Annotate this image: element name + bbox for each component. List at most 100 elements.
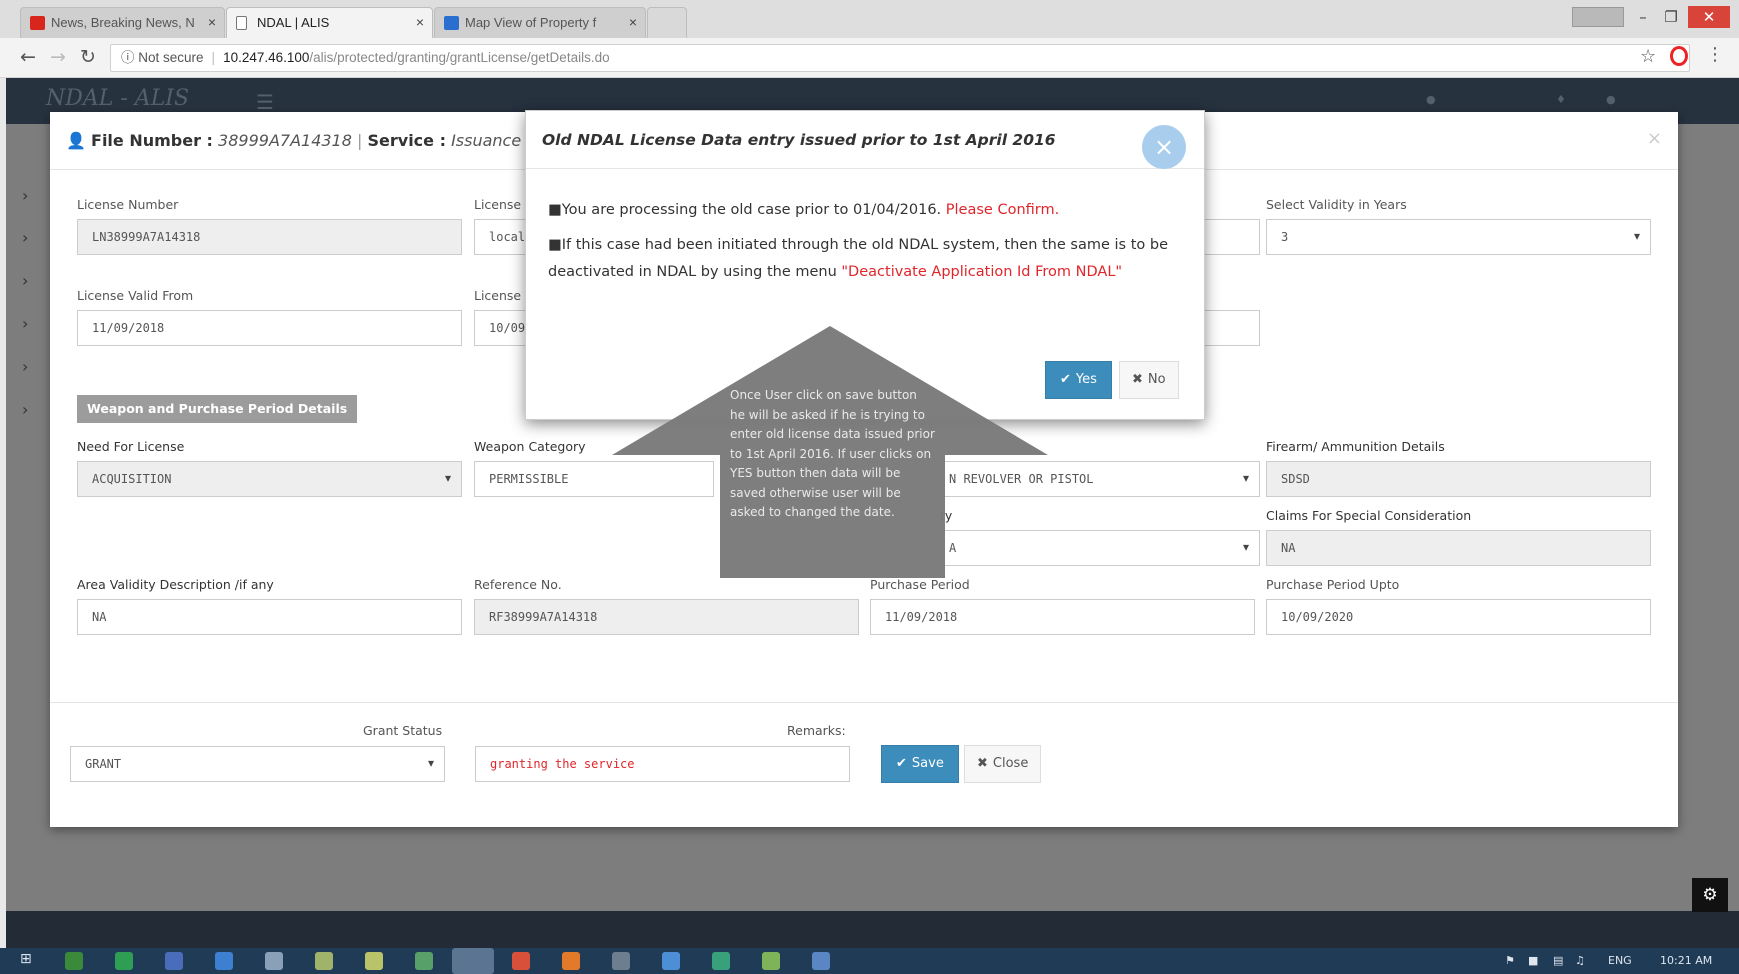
taskbar-app-icon[interactable] [115,952,133,970]
taskbar-app-icon[interactable] [265,952,283,970]
modal-close-icon[interactable]: × [1647,128,1662,149]
remarks-input[interactable]: granting the service [475,746,850,782]
hamburger-icon[interactable]: ☰ [256,90,274,114]
taskbar-app-icon[interactable] [762,952,780,970]
purchase-period-field[interactable]: 11/09/2018 [870,599,1255,635]
opera-extension-icon[interactable] [1670,46,1688,66]
tray-app-icon[interactable]: ■ [1528,954,1538,967]
taskbar-app-icon[interactable] [612,952,630,970]
area-validity-field[interactable]: NA [77,599,462,635]
purchase-upto-label: Purchase Period Upto [1266,577,1400,592]
info-icon[interactable]: ⓘ [121,50,138,65]
col3-row4-select[interactable]: A [935,530,1260,566]
taskbar-app-icon[interactable] [415,952,433,970]
close-tab-icon[interactable]: × [208,14,216,30]
taskbar-app-icon[interactable] [165,952,183,970]
weapon-category-label: Weapon Category [474,439,586,454]
section-title: Weapon and Purchase Period Details [77,395,358,423]
user-icon: 👤 [66,131,86,150]
nav-user-area[interactable]: ● [1426,93,1436,106]
taskbar-chrome-icon[interactable] [452,948,494,974]
sidebar-expand-icon[interactable]: › [22,400,28,419]
taskbar-app-icon[interactable] [365,952,383,970]
taskbar-app-icon[interactable] [812,952,830,970]
reload-icon[interactable]: ↻ [80,46,96,68]
close-tab-icon[interactable]: × [629,14,637,30]
windows-start-icon[interactable]: ⊞ [20,951,32,967]
taskbar-app-icon[interactable] [662,952,680,970]
window-close-icon[interactable]: ✕ [1688,6,1730,28]
purchase-period-label: Purchase Period [870,577,970,592]
validity-years-select[interactable]: 3 [1266,219,1651,255]
tray-network-icon[interactable]: ▤ [1553,954,1563,967]
title-divider: | [357,131,363,150]
valid-from-field[interactable]: 11/09/2018 [77,310,462,346]
sidebar-expand-icon[interactable]: › [22,228,28,247]
tray-volume-icon[interactable]: ♫ [1575,954,1585,967]
dialog-line-1-text: You are processing the old case prior to… [561,202,946,218]
need-for-license-select[interactable]: ACQUISITION [77,461,462,497]
forward-icon[interactable]: → [50,46,66,68]
taskbar-app-icon[interactable] [712,952,730,970]
user-icon[interactable]: ● [1606,93,1616,106]
browser-menu-icon[interactable]: ⋮ [1706,44,1724,65]
tray-clock[interactable]: 10:21 AM [1660,954,1712,967]
service-label: Service : [367,131,446,150]
close-button-label: Close [992,756,1029,771]
url-path: /alis/protected/granting/grantLicense/ge… [309,50,610,65]
dialog-close-icon[interactable]: × [1142,125,1186,169]
remarks-label: Remarks: [787,723,846,738]
bell-icon[interactable]: ♦ [1556,93,1566,106]
windows-taskbar: ⊞ ⚑ ■ ▤ ♫ ENG 10:21 AM [0,948,1739,974]
back-icon[interactable]: ← [20,46,36,68]
check-circle-icon: ✔ [1060,372,1071,387]
taskbar-app-icon[interactable] [65,952,83,970]
minimize-icon[interactable]: – [1630,6,1656,28]
taskbar-app-icon[interactable] [562,952,580,970]
address-bar[interactable]: ⓘ Not secure | 10.247.46.100/alis/protecte… [110,44,1690,72]
firearm-details-field[interactable]: SDSD [1266,461,1651,497]
taskbar-app-icon[interactable] [215,952,233,970]
sidebar-expand-icon[interactable]: › [22,357,28,376]
weapon-category-field[interactable]: PERMISSIBLE [474,461,714,497]
reference-no-field[interactable]: RF38999A7A14318 [474,599,859,635]
need-for-license-label: Need For License [77,439,185,454]
yes-button[interactable]: ✔ Yes [1045,361,1112,399]
claims-field[interactable]: NA [1266,530,1651,566]
restore-icon[interactable]: ❐ [1658,6,1684,28]
profile-button[interactable] [1572,7,1624,27]
settings-gear-icon[interactable]: ⚙ [1692,878,1728,912]
bookmark-star-icon[interactable]: ☆ [1640,46,1656,67]
app-brand: NDAL - ALIS [46,86,190,111]
close-button[interactable]: ✖ Close [964,745,1042,783]
tray-language[interactable]: ENG [1608,954,1632,967]
save-button[interactable]: ✔ Save [881,745,959,783]
tab-title: News, Breaking News, N [51,15,195,30]
grant-status-select[interactable]: GRANT [70,746,445,782]
new-tab-button[interactable] [647,7,687,38]
news-favicon-icon [30,16,45,30]
footer-divider [50,702,1678,703]
browser-tab-ndal[interactable]: NDAL | ALIS × [226,7,433,38]
purchase-upto-field[interactable]: 10/09/2020 [1266,599,1651,635]
tray-flag-icon[interactable]: ⚑ [1505,954,1515,967]
no-button[interactable]: ✖ No [1119,361,1179,399]
sidebar-expand-icon[interactable]: › [22,314,28,333]
area-validity-label: Area Validity Description /if any [77,577,274,592]
weapon-type-select[interactable]: N REVOLVER OR PISTOL [935,461,1260,497]
no-button-label: No [1147,372,1166,387]
license-number-field[interactable]: LN38999A7A14318 [77,219,462,255]
browser-tab-map[interactable]: Map View of Property f × [434,7,646,38]
browser-tab-news[interactable]: News, Breaking News, N × [20,7,225,38]
sidebar-expand-icon[interactable]: › [22,271,28,290]
please-confirm-text: Please Confirm. [945,202,1060,218]
browser-tab-strip: News, Breaking News, N × NDAL | ALIS × M… [0,0,1739,38]
yes-button-label: Yes [1075,372,1097,387]
close-x-icon: ✖ [1132,372,1143,387]
taskbar-app-icon[interactable] [512,952,530,970]
dialog-line-1: ■You are processing the old case prior t… [548,202,1060,218]
close-tab-icon[interactable]: × [416,14,424,30]
taskbar-app-icon[interactable] [315,952,333,970]
sidebar-expand-icon[interactable]: › [22,186,28,205]
page-favicon-icon [236,16,247,30]
